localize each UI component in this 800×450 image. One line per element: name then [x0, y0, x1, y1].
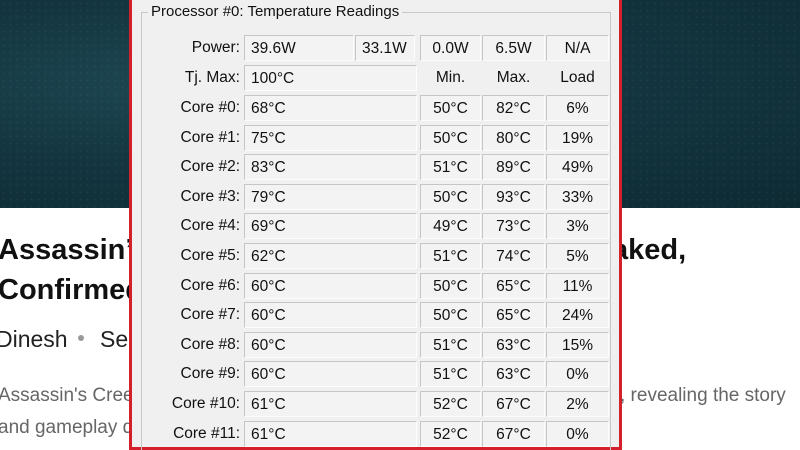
core-load: 6% — [546, 95, 609, 121]
core-temp: 60°C — [244, 332, 417, 358]
core-load: 49% — [546, 154, 609, 180]
core-min: 50°C — [420, 273, 481, 299]
core-load: 0% — [546, 421, 609, 447]
core-label: Core #7: — [180, 306, 240, 323]
core-label: Core #5: — [180, 247, 240, 264]
core-temp: 62°C — [244, 243, 417, 269]
core-temp: 60°C — [244, 361, 417, 387]
power-value-package: 39.6W — [244, 35, 354, 61]
core-load: 3% — [546, 213, 609, 239]
core-max: 63°C — [482, 332, 545, 358]
core-min: 50°C — [420, 125, 481, 151]
core-max: 82°C — [482, 95, 545, 121]
core-min: 52°C — [420, 391, 481, 417]
core-min: 50°C — [420, 184, 481, 210]
article-title-right: aked, — [612, 234, 687, 266]
core-label: Core #8: — [180, 336, 240, 353]
core-max: 93°C — [482, 184, 545, 210]
tjmax-label: Tj. Max: — [184, 69, 240, 86]
core-label: Core #3: — [180, 188, 240, 205]
core-label: Core #11: — [173, 425, 240, 442]
core-min: 50°C — [420, 95, 481, 121]
power-value-cores: 33.1W — [355, 35, 415, 61]
core-load: 15% — [546, 332, 609, 358]
article-title-left: Assassin’s — [0, 234, 149, 266]
core-min: 51°C — [420, 243, 481, 269]
core-max: 65°C — [482, 273, 545, 299]
core-max: 80°C — [482, 125, 545, 151]
core-load: 11% — [546, 273, 609, 299]
excerpt-left: Assassin's Cree — [0, 385, 134, 406]
core-max: 67°C — [482, 391, 545, 417]
power-value-dram: 6.5W — [482, 35, 545, 61]
core-temp: 83°C — [244, 154, 417, 180]
excerpt-line2: and gameplay d — [0, 417, 134, 438]
core-temp: 68°C — [244, 95, 417, 121]
core-temp: 75°C — [244, 125, 417, 151]
core-label: Core #1: — [180, 129, 240, 146]
core-load: 24% — [546, 302, 609, 328]
core-label: Core #4: — [180, 217, 240, 234]
power-value-na: N/A — [546, 35, 609, 61]
core-label: Core #0: — [180, 99, 240, 116]
byline-separator — [78, 335, 84, 341]
article-byline: Dinesh Se — [0, 326, 128, 353]
core-label: Core #6: — [180, 277, 240, 294]
group-title: Processor #0: Temperature Readings — [148, 3, 403, 21]
temperature-panel: Processor #0: Temperature Readings Power… — [129, 0, 622, 450]
header-load: Load — [560, 69, 595, 86]
core-temp: 61°C — [244, 391, 417, 417]
core-temp: 61°C — [244, 421, 417, 447]
core-max: 65°C — [482, 302, 545, 328]
core-temp: 60°C — [244, 273, 417, 299]
core-min: 52°C — [420, 421, 481, 447]
core-label: Core #9: — [180, 365, 240, 382]
header-max: Max. — [496, 69, 531, 86]
core-load: 33% — [546, 184, 609, 210]
author-name[interactable]: Dinesh — [0, 326, 68, 352]
core-load: 0% — [546, 361, 609, 387]
core-max: 63°C — [482, 361, 545, 387]
core-min: 49°C — [420, 213, 481, 239]
core-max: 89°C — [482, 154, 545, 180]
core-temp: 60°C — [244, 302, 417, 328]
core-load: 19% — [546, 125, 609, 151]
core-min: 51°C — [420, 154, 481, 180]
excerpt-right: , revealing the story — [620, 385, 786, 406]
core-max: 74°C — [482, 243, 545, 269]
core-label: Core #2: — [180, 158, 240, 175]
power-label: Power: — [191, 39, 240, 56]
core-min: 51°C — [420, 332, 481, 358]
tjmax-value: 100°C — [244, 65, 417, 91]
core-max: 67°C — [482, 421, 545, 447]
temperature-readings-group: Processor #0: Temperature Readings Power… — [141, 3, 611, 450]
core-min: 51°C — [420, 361, 481, 387]
core-temp: 69°C — [244, 213, 417, 239]
core-load: 5% — [546, 243, 609, 269]
byline-rest: Se — [100, 326, 129, 352]
core-label: Core #10: — [171, 395, 240, 412]
core-load: 2% — [546, 391, 609, 417]
header-min: Min. — [435, 69, 466, 86]
core-max: 73°C — [482, 213, 545, 239]
power-value-graphics: 0.0W — [420, 35, 481, 61]
core-min: 50°C — [420, 302, 481, 328]
article-title-line2: Confirmed — [0, 274, 143, 306]
core-temp: 79°C — [244, 184, 417, 210]
